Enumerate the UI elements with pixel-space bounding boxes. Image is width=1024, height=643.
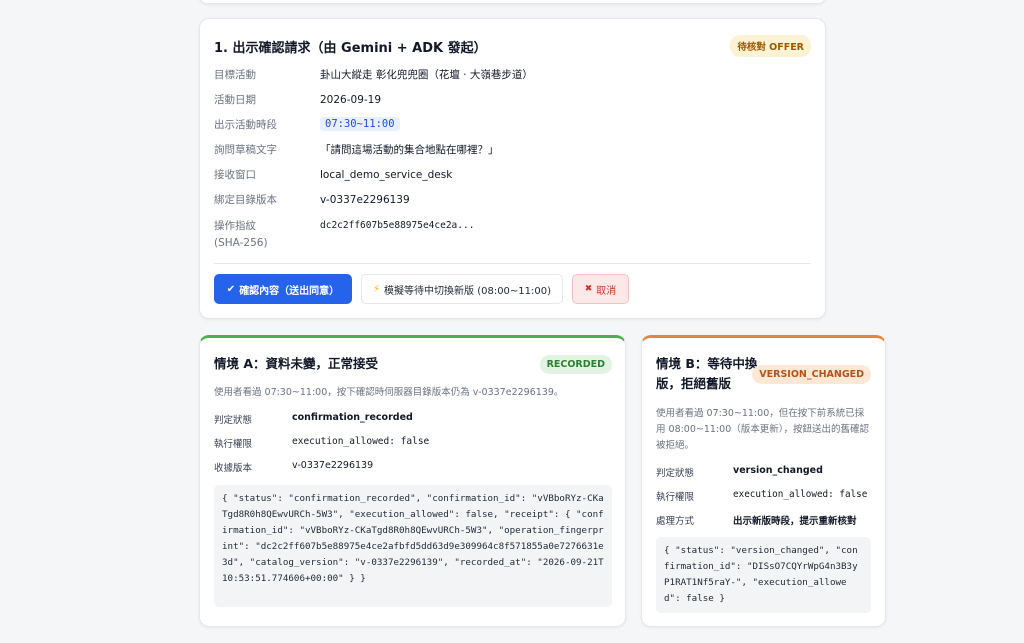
confirm-button[interactable]: ✔ 確認內容（送出同意）: [214, 274, 352, 304]
field-label-draft-text: 詢問草稿文字: [214, 144, 277, 156]
version-changed-badge: VERSION_CHANGED: [752, 365, 871, 384]
scenario-a-description: 使用者看過 07:30~11:00，按下確認時伺服器目錄版本仍為 v-0337e…: [214, 387, 564, 398]
scenario-a-title: 情境 A：資料未變，正常接受: [214, 356, 379, 371]
scenario-b-description: 使用者看過 07:30~11:00，但在按下前系統已採用 08:00~11:00…: [656, 408, 869, 451]
card-title: 1. 出示確認請求（由 Gemini + ADK 發起）: [214, 41, 487, 56]
row-label-receipt-version: 收據版本: [214, 463, 253, 474]
row-value-permission: execution_allowed: false: [733, 489, 868, 500]
field-value-activity-date: 2026-09-19: [320, 94, 382, 106]
divider: [214, 263, 811, 264]
row-label-permission: 執行權限: [214, 439, 253, 450]
row-label-handling: 處理方式: [656, 516, 695, 527]
field-label-time-slot: 出示活動時段: [214, 119, 277, 131]
row-label-status: 判定狀態: [214, 415, 253, 426]
row-value-receipt-version: v-0337e2296139: [292, 460, 374, 471]
field-value-target-activity: 卦山大縱走 彰化兜兜圈（花壇 · 大嶺巷步道）: [320, 69, 533, 81]
row-value-status: confirmation_recorded: [292, 412, 413, 423]
field-label-fingerprint: 操作指紋: [214, 220, 256, 232]
field-value-receiver: local_demo_service_desk: [320, 169, 453, 181]
status-badge: 待核對 OFFER: [730, 35, 811, 57]
simulate-version-change-button[interactable]: ⚡ 模擬等待中切換新版 (08:00~11:00): [361, 274, 563, 304]
close-icon: ✖: [584, 284, 593, 294]
simulate-button-label: 模擬等待中切換新版 (08:00~11:00): [384, 285, 552, 297]
recorded-badge: RECORDED: [539, 355, 612, 374]
time-slot-chip: 07:30~11:00: [320, 117, 400, 131]
row-value-handling: 出示新版時段，提示重新核對: [733, 516, 857, 527]
row-label-status: 判定狀態: [656, 468, 695, 479]
lightning-icon: ⚡: [372, 283, 381, 295]
check-icon: ✔: [226, 283, 236, 295]
scenario-b-card: 情境 B：等待中換版，拒絕舊版 VERSION_CHANGED 使用者看過 07…: [641, 335, 886, 627]
confirm-button-label: 確認內容（送出同意）: [239, 285, 340, 297]
field-value-catalog-version: v-0337e2296139: [320, 194, 410, 206]
field-label-fingerprint-algo: (SHA-256): [214, 237, 268, 249]
row-label-permission: 執行權限: [656, 492, 695, 503]
field-value-time-slot: 07:30~11:00: [320, 116, 400, 132]
field-value-fingerprint: dc2c2ff607b5e88975e4ce2a...: [320, 220, 475, 231]
field-label-catalog-version: 綁定目錄版本: [214, 194, 277, 206]
scenario-a-json-output: { "status": "confirmation_recorded", "co…: [214, 485, 612, 607]
scenario-b-json-output: { "status": "version_changed", "confirma…: [656, 537, 871, 613]
row-value-permission: execution_allowed: false: [292, 436, 430, 447]
field-label-activity-date: 活動日期: [214, 94, 256, 106]
previous-card-stub: [199, 0, 826, 4]
confirmation-request-card: 1. 出示確認請求（由 Gemini + ADK 發起） 待核對 OFFER 目…: [199, 18, 826, 319]
cancel-button-label: 取消: [596, 285, 617, 297]
cancel-button[interactable]: ✖ 取消: [572, 274, 629, 304]
field-label-receiver: 接收窗口: [214, 169, 256, 181]
row-value-status: version_changed: [733, 465, 823, 476]
scenario-a-card: 情境 A：資料未變，正常接受 RECORDED 使用者看過 07:30~11:0…: [199, 335, 626, 627]
scenario-b-title: 情境 B：等待中換版，拒絕舊版: [656, 356, 758, 391]
field-label-target-activity: 目標活動: [214, 69, 256, 81]
field-value-draft-text: 「請問這場活動的集合地點在哪裡？」: [320, 144, 499, 156]
